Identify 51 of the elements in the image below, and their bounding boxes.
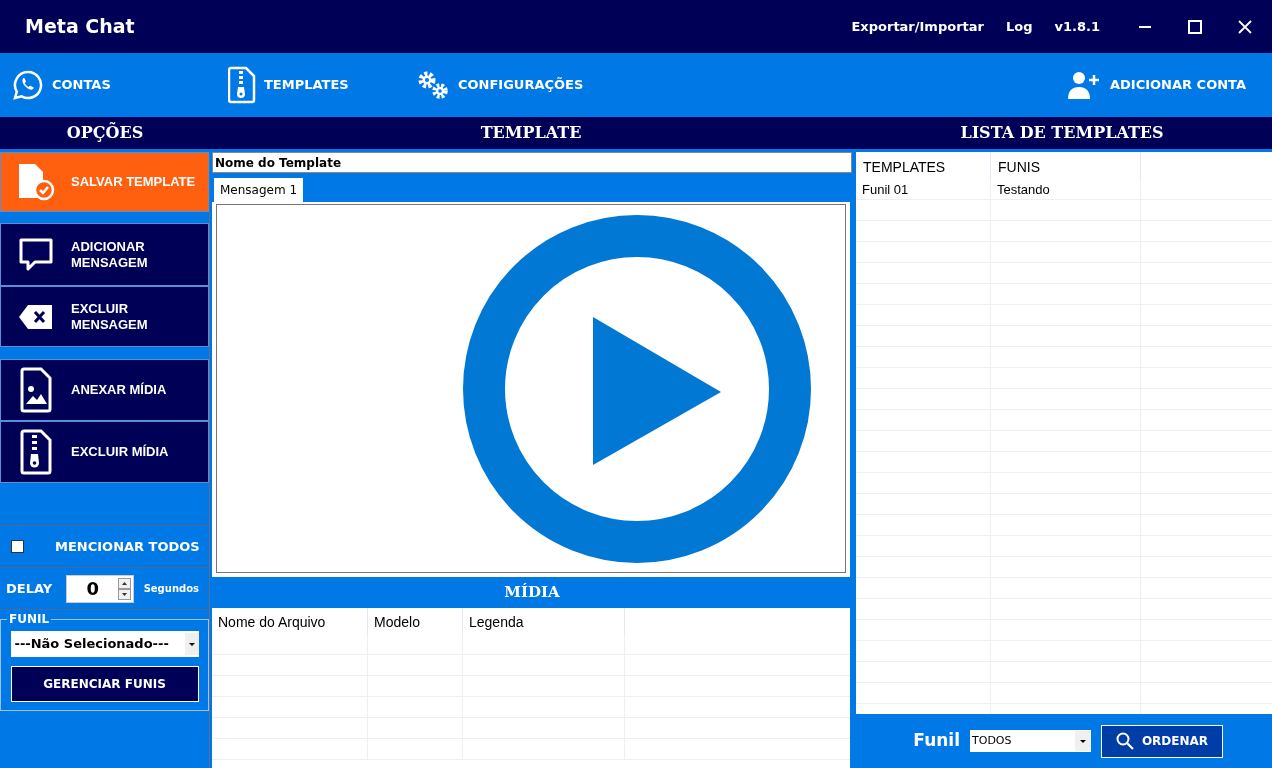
search-icon [1115, 732, 1134, 750]
funnel-dropdown[interactable]: ---Não Selecionado--- [10, 631, 199, 657]
media-title: MÍDIA [504, 582, 560, 604]
message-tab[interactable]: Mensagem 1 [214, 178, 304, 202]
sort-button[interactable]: ORDENAR [1101, 724, 1223, 758]
delay-label: DELAY [6, 579, 53, 598]
mention-all-checkbox[interactable] [11, 540, 24, 553]
gears-icon [416, 70, 450, 100]
version-label: v1.8.1 [1054, 17, 1100, 36]
delay-spinner[interactable]: 0 [66, 574, 135, 603]
nav-tab[interactable]: CONTAS [12, 69, 228, 101]
zip-file-icon [228, 66, 256, 104]
file-check-icon [16, 162, 56, 202]
minimize-icon [1139, 25, 1151, 28]
nav-tab[interactable]: CONFIGURAÇÕES [416, 70, 584, 100]
action-button[interactable]: ANEXAR MÍDIA [0, 359, 209, 421]
spin-up-icon[interactable] [118, 577, 132, 589]
chat-phone-icon [12, 69, 44, 101]
maximize-icon [1188, 19, 1202, 34]
checkbox-label: MENCIONAR TODOS [55, 537, 200, 556]
filter-label: Funil [913, 729, 960, 753]
filter-dropdown[interactable]: TODOS [970, 730, 1091, 752]
table-cell: Testando [991, 179, 1141, 199]
column-header[interactable]: Nome do Arquivo [212, 608, 368, 634]
play-icon[interactable] [463, 214, 811, 563]
action-button[interactable]: EXCLUIR MÍDIA [0, 421, 209, 483]
unit-label: Segundos [143, 582, 199, 596]
zip-file-icon [20, 429, 52, 475]
action-button[interactable]: EXCLUIR MENSAGEM [0, 286, 209, 347]
column-header[interactable]: TEMPLATES [856, 152, 991, 179]
section-header: OPÇÕES [65, 121, 145, 144]
close-icon [1238, 19, 1252, 34]
menu-link[interactable]: Exportar/Importar [851, 16, 984, 37]
column-header[interactable]: Modelo [368, 608, 463, 634]
spin-down-icon[interactable] [118, 588, 132, 600]
add-account-button[interactable]: ADICIONAR CONTA [1068, 71, 1246, 99]
column-header[interactable]: FUNIS [991, 152, 1141, 179]
backspace-icon [18, 303, 54, 330]
add-user-icon [1068, 71, 1100, 99]
section-header: TEMPLATE [479, 122, 583, 144]
section-header: LISTA DE TEMPLATES [959, 122, 1165, 144]
speech-bubble-icon [18, 236, 54, 273]
table-cell: Funil 01 [856, 179, 991, 199]
menu-link[interactable]: Log [1005, 16, 1033, 37]
window-title: Meta Chat [25, 14, 135, 40]
image-file-icon [20, 367, 52, 413]
nav-tab[interactable]: TEMPLATES [228, 66, 416, 104]
action-button[interactable]: ADICIONAR MENSAGEM [0, 223, 209, 286]
manage-funnels-button[interactable]: GERENCIAR FUNIS [10, 666, 199, 702]
column-header[interactable]: Legenda [463, 608, 625, 634]
template-name-field[interactable]: Nome do Template [212, 152, 852, 173]
